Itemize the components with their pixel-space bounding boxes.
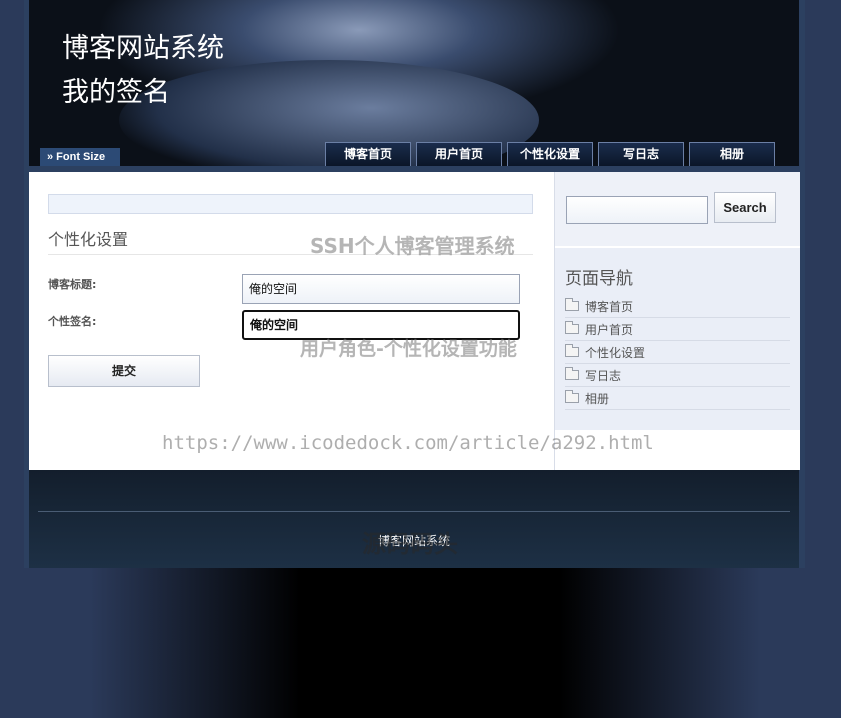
site-title: 博客网站系统	[62, 33, 224, 63]
page: 博客网站系统 我的签名 » Font Size 博客首页 用户首页 个性化设置 …	[24, 0, 805, 568]
nav-tab-settings[interactable]: 个性化设置	[507, 142, 593, 166]
nav-tab-user-home[interactable]: 用户首页	[416, 142, 502, 166]
page-nav-item-settings[interactable]: 个性化设置	[565, 341, 790, 364]
header-banner: 博客网站系统 我的签名 » Font Size 博客首页 用户首页 个性化设置 …	[29, 0, 799, 166]
signature-label: 个性签名:	[48, 315, 97, 328]
page-nav-item-blog-home[interactable]: 博客首页	[565, 295, 790, 318]
nav-tab-write-log[interactable]: 写日志	[598, 142, 684, 166]
page-nav-list: 博客首页 用户首页 个性化设置 写日志 相册	[565, 295, 790, 410]
page-nav-panel: 页面导航 博客首页 用户首页 个性化设置 写日志 相册	[555, 248, 800, 430]
page-nav-item-write-log[interactable]: 写日志	[565, 364, 790, 387]
main-content: 个性化设置 博客标题: 俺的空间 个性签名: 俺的空间 提交	[29, 172, 554, 470]
page-nav-item-album[interactable]: 相册	[565, 387, 790, 410]
content-top-bar	[48, 194, 533, 214]
blog-title-input[interactable]: 俺的空间	[242, 274, 520, 304]
submit-button[interactable]: 提交	[48, 355, 200, 387]
font-size-toggle[interactable]: » Font Size	[40, 148, 120, 166]
folder-icon	[565, 344, 579, 357]
nav-tab-album[interactable]: 相册	[689, 142, 775, 166]
watermark-title: SSH个人博客管理系统	[310, 234, 515, 258]
watermark-brand: 源码码头	[362, 530, 458, 558]
site-signature: 我的签名	[62, 77, 170, 107]
page-nav-heading: 页面导航	[565, 269, 633, 289]
section-title: 个性化设置	[48, 230, 129, 249]
footer-divider	[38, 511, 790, 512]
search-input[interactable]	[566, 196, 708, 224]
nav-tab-blog-home[interactable]: 博客首页	[325, 142, 411, 166]
search-button[interactable]: Search	[714, 192, 776, 223]
folder-icon	[565, 390, 579, 403]
folder-icon	[565, 298, 579, 311]
search-panel: Search	[555, 172, 800, 247]
page-nav-item-user-home[interactable]: 用户首页	[565, 318, 790, 341]
watermark-url: https://www.icodedock.com/article/a292.h…	[162, 432, 654, 454]
sidebar: Search 页面导航 博客首页 用户首页 个性化设置 写日志 相册	[554, 172, 800, 470]
blog-title-label: 博客标题:	[48, 278, 97, 291]
folder-icon	[565, 321, 579, 334]
folder-icon	[565, 367, 579, 380]
watermark-subtitle: 用户角色-个性化设置功能	[300, 338, 517, 360]
